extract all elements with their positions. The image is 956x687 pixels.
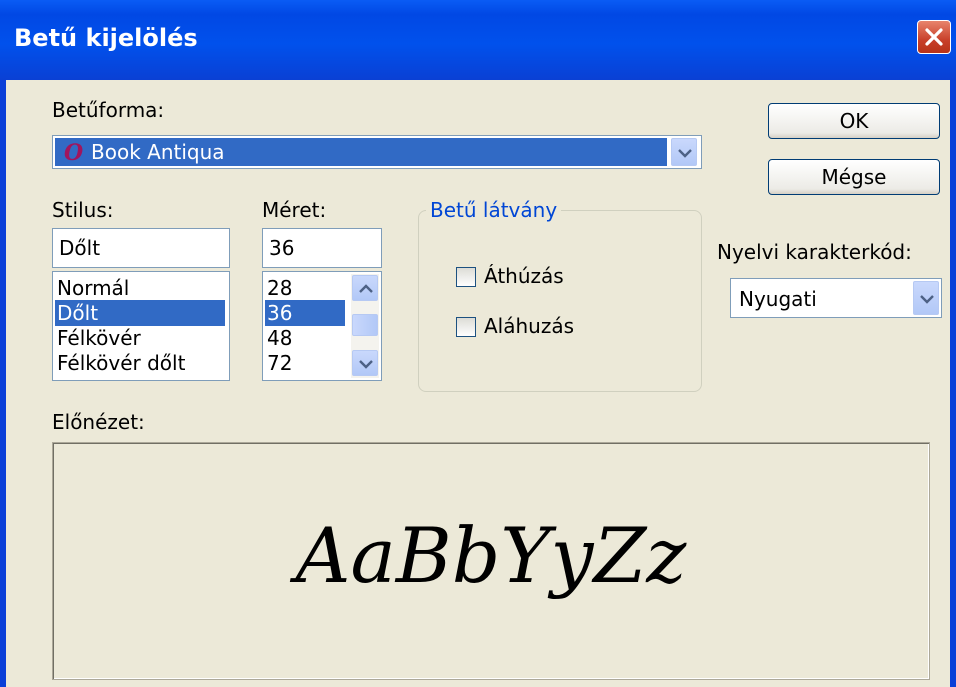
size-scrollbar[interactable] [351, 274, 379, 378]
chevron-down-icon [678, 149, 692, 158]
style-label: Stilus: [52, 198, 114, 222]
font-face-dropdown-button[interactable] [671, 138, 697, 166]
cancel-button[interactable]: Mégse [768, 159, 940, 195]
font-face-selection: O Book Antiqua [55, 138, 667, 166]
size-item[interactable]: 48 [265, 325, 345, 351]
charset-label: Nyelvi karakterkód: [717, 240, 912, 264]
window-title: Betű kijelölés [14, 24, 198, 52]
style-item-bold-italic[interactable]: Félkövér dőlt [55, 350, 225, 376]
strikeout-checkbox[interactable] [456, 267, 476, 287]
style-item-normal[interactable]: Normál [55, 275, 225, 301]
size-item[interactable]: 72 [265, 350, 345, 376]
style-listbox[interactable]: Normál Dőlt Félkövér Félkövér dőlt [52, 271, 230, 381]
effects-group-label: Betű látvány [426, 198, 562, 222]
preview-sample-text: AaBbYyZz [295, 511, 687, 600]
style-input-value: Dőlt [59, 236, 101, 260]
close-icon [925, 28, 943, 46]
size-input[interactable]: 36 [262, 228, 382, 268]
font-face-value: Book Antiqua [91, 140, 225, 164]
size-label: Méret: [262, 198, 327, 222]
style-item-italic[interactable]: Dőlt [55, 300, 225, 326]
opentype-font-icon: O [63, 138, 83, 166]
preview-panel: AaBbYyZz [52, 442, 930, 680]
title-bar[interactable]: Betű kijelölés [0, 0, 956, 80]
strikeout-label[interactable]: Áthúzás [484, 264, 564, 288]
font-dialog-window: Betű kijelölés Betűforma: O Book Antiqua… [0, 0, 956, 687]
style-item-bold[interactable]: Félkövér [55, 325, 225, 351]
font-face-label: Betűforma: [52, 98, 165, 122]
effects-groupbox [418, 210, 702, 392]
style-input[interactable]: Dőlt [52, 228, 230, 268]
chevron-up-icon [359, 284, 373, 293]
size-item[interactable]: 28 [265, 275, 345, 301]
svg-text:O: O [64, 140, 83, 166]
chevron-down-icon [920, 295, 934, 304]
preview-label: Előnézet: [52, 410, 145, 434]
dialog-body: Betűforma: O Book Antiqua OK Mégse Stilu… [6, 80, 950, 687]
scroll-up-button[interactable] [352, 275, 378, 301]
scroll-thumb[interactable] [352, 314, 378, 336]
underline-checkbox[interactable] [456, 317, 476, 337]
charset-value: Nyugati [739, 287, 817, 311]
ok-button[interactable]: OK [768, 103, 940, 139]
size-listbox[interactable]: 28 36 48 72 [262, 271, 382, 381]
underline-label[interactable]: Aláhuzás [484, 314, 574, 338]
charset-dropdown-button[interactable] [913, 281, 939, 315]
charset-combobox[interactable]: Nyugati [730, 278, 942, 318]
size-item-selected[interactable]: 36 [265, 300, 345, 326]
scroll-down-button[interactable] [352, 350, 378, 376]
close-button[interactable] [917, 20, 951, 54]
font-face-combobox[interactable]: O Book Antiqua [52, 135, 702, 169]
size-input-value: 36 [269, 236, 295, 260]
chevron-down-icon [359, 360, 373, 369]
